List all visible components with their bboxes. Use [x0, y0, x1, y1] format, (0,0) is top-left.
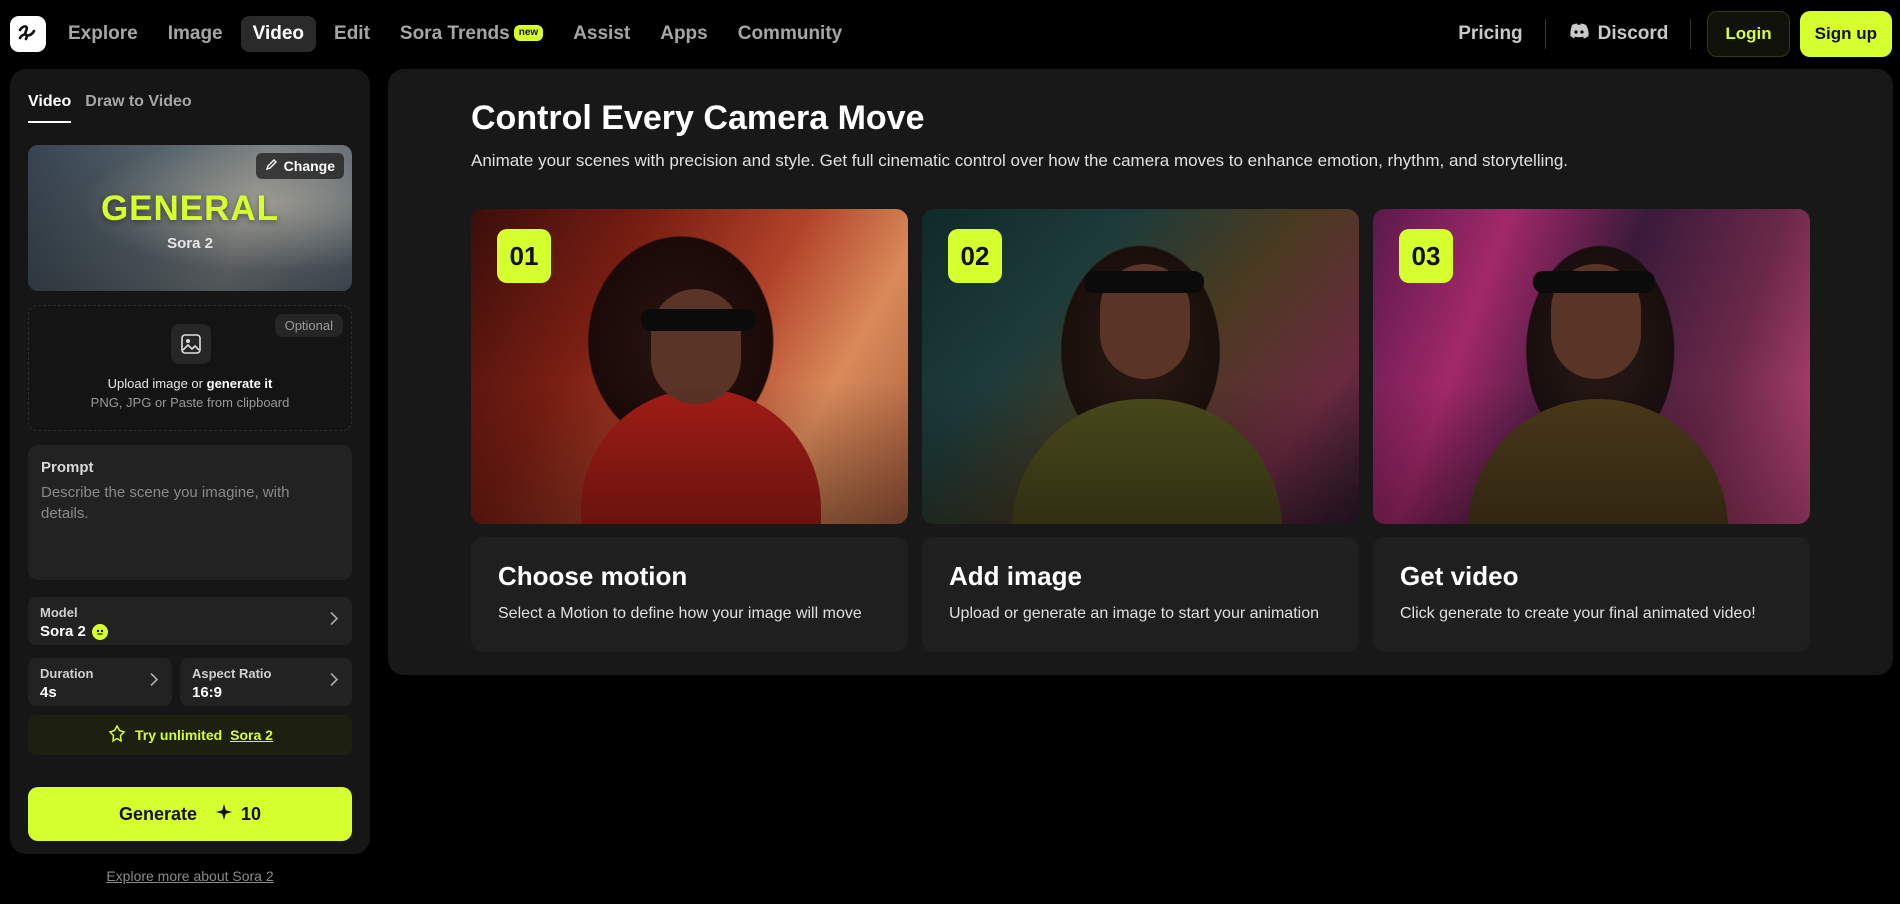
step-2-image: 02 — [922, 209, 1359, 524]
nav-item-sora-trends[interactable]: Sora Trends new — [388, 16, 555, 52]
step-2-number: 02 — [948, 229, 1002, 283]
duration-label: Duration — [40, 666, 94, 681]
explore-sora-link[interactable]: Explore more about Sora 2 — [10, 868, 370, 884]
sora-icon — [107, 723, 127, 747]
nav-item-assist[interactable]: Assist — [561, 16, 642, 52]
logo-icon[interactable] — [10, 16, 46, 52]
nav-item-explore[interactable]: Explore — [56, 16, 150, 52]
step-3-description: Click generate to create your final anim… — [1400, 605, 1756, 622]
chevron-right-icon — [330, 672, 339, 692]
chevron-right-icon — [330, 611, 339, 631]
top-navbar: Explore Image Video Edit Sora Trends new … — [0, 0, 1900, 68]
sora-2-link[interactable]: Sora 2 — [230, 727, 273, 743]
step-3-title: Get video — [1400, 561, 1519, 591]
signup-button[interactable]: Sign up — [1799, 11, 1892, 57]
model-label: Model — [40, 605, 78, 620]
model-preset-subtitle: Sora 2 — [167, 235, 213, 252]
model-value: Sora 2 — [40, 623, 108, 640]
nav-item-community[interactable]: Community — [726, 16, 855, 52]
step-3-number: 03 — [1399, 229, 1453, 283]
nav-item-video[interactable]: Video — [240, 16, 317, 52]
nav-item-label: Sora Trends — [399, 23, 510, 44]
model-preset-card[interactable]: Change GENERAL Sora 2 — [28, 145, 352, 291]
chevron-right-icon — [150, 672, 159, 692]
generate-button[interactable]: Generate 10 — [28, 787, 352, 841]
model-value-text: Sora 2 — [40, 623, 86, 640]
step-1-title: Choose motion — [498, 561, 688, 591]
step-2-card: Add image Upload or generate an image to… — [922, 537, 1359, 652]
change-button[interactable]: Change — [255, 153, 344, 179]
change-label: Change — [283, 158, 335, 174]
optional-badge: Optional — [274, 314, 343, 337]
nav-right: Pricing Discord Login Sign up — [1436, 11, 1892, 57]
step-1-number: 01 — [497, 229, 551, 283]
pencil-icon — [265, 158, 278, 174]
try-unlimited-banner[interactable]: Try unlimited Sora 2 — [28, 715, 352, 755]
try-prefix: Try unlimited — [135, 727, 223, 743]
nav-item-apps[interactable]: Apps — [648, 16, 720, 52]
prompt-label: Prompt — [41, 459, 94, 476]
aspect-ratio-value: 16:9 — [192, 684, 223, 701]
discord-link[interactable]: Discord — [1546, 23, 1691, 45]
prompt-field[interactable]: Prompt Describe the scene you imagine, w… — [28, 445, 352, 580]
step-1-card: Choose motion Select a Motion to define … — [471, 537, 908, 652]
upload-prefix: Upload image or — [107, 376, 203, 391]
section-title: Control Every Camera Move — [471, 99, 925, 137]
generate-cost: 10 — [241, 803, 262, 824]
login-button[interactable]: Login — [1707, 11, 1790, 57]
image-upload-icon — [171, 324, 211, 364]
discord-icon — [1568, 23, 1590, 45]
aspect-ratio-label: Aspect Ratio — [192, 666, 272, 681]
step-3-image: 03 — [1373, 209, 1810, 524]
upload-instructions: Upload image or generate it — [29, 376, 351, 391]
tab-draw-to-video[interactable]: Draw to Video — [85, 93, 191, 123]
step-3-card: Get video Click generate to create your … — [1373, 537, 1810, 652]
duration-selector[interactable]: Duration 4s — [28, 658, 172, 706]
video-settings-panel: Video Draw to Video Change GENERAL Sora … — [10, 69, 370, 854]
model-selector[interactable]: Model Sora 2 — [28, 597, 352, 645]
new-badge: new — [513, 25, 544, 41]
section-description: Animate your scenes with precision and s… — [471, 151, 1569, 170]
generate-label: Generate — [118, 803, 197, 824]
nav-item-image[interactable]: Image — [156, 16, 235, 52]
step-1-image: 01 — [471, 209, 908, 524]
tab-video[interactable]: Video — [28, 93, 72, 123]
model-badge-icon — [91, 623, 108, 640]
pricing-link[interactable]: Pricing — [1436, 23, 1544, 45]
how-it-works-section: Control Every Camera Move Animate your s… — [388, 69, 1893, 675]
model-preset-title: GENERAL — [100, 189, 280, 228]
sparkle-icon — [215, 803, 233, 826]
divider — [1690, 19, 1692, 49]
upload-formats: PNG, JPG or Paste from clipboard — [90, 395, 290, 410]
step-2-title: Add image — [949, 561, 1082, 591]
aspect-ratio-selector[interactable]: Aspect Ratio 16:9 — [180, 658, 352, 706]
nav-item-edit[interactable]: Edit — [322, 16, 382, 52]
image-upload-area[interactable]: Optional Upload image or generate it PNG… — [28, 305, 352, 431]
step-2-description: Upload or generate an image to start you… — [949, 605, 1319, 622]
duration-value: 4s — [40, 684, 57, 701]
generate-it-link[interactable]: generate it — [207, 376, 273, 391]
panel-tabs: Video Draw to Video — [28, 93, 192, 123]
prompt-placeholder: Describe the scene you imagine, with det… — [41, 484, 290, 522]
nav-menu: Explore Image Video Edit Sora Trends new … — [56, 16, 854, 52]
step-1-description: Select a Motion to define how your image… — [498, 605, 862, 622]
discord-label: Discord — [1597, 23, 1669, 44]
